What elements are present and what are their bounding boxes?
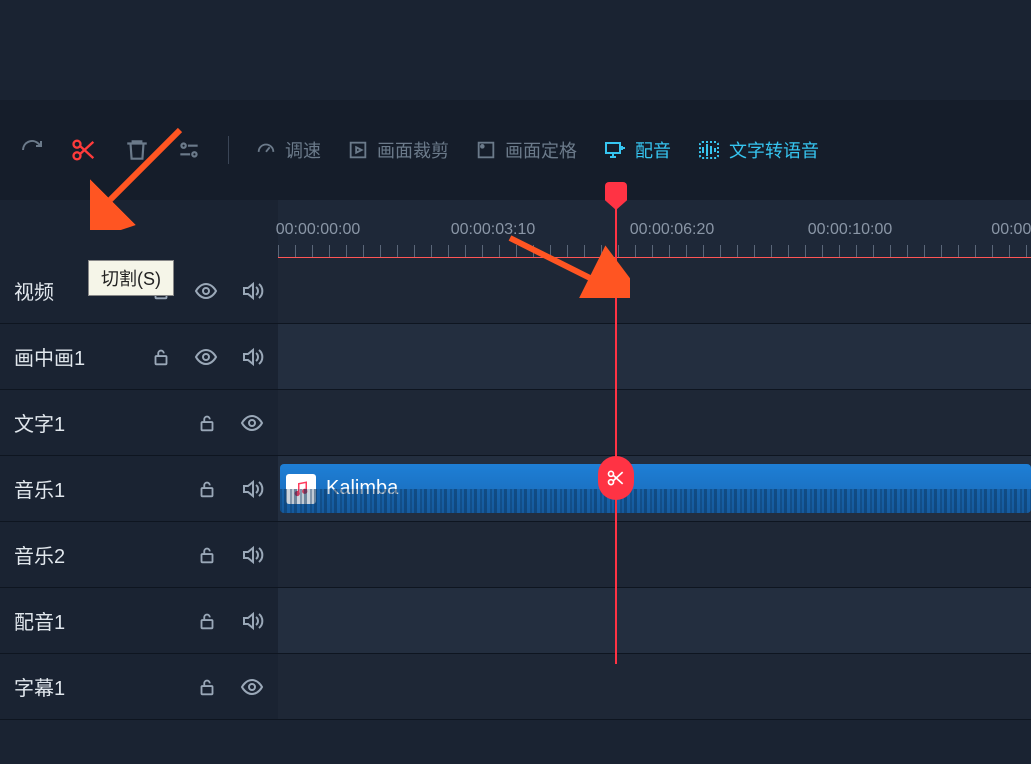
track-row[interactable]: Kalimba [278,456,1031,522]
freeze-label: 画面定格 [505,137,577,163]
track-row[interactable] [278,258,1031,324]
speaker-icon[interactable] [240,279,264,303]
lock-icon[interactable] [196,411,218,435]
dub-button[interactable]: 配音 [593,131,681,169]
ruler-tick: 00:00:06:20 [630,221,715,257]
tts-button[interactable]: 文字转语音 [687,131,829,169]
timeline-content[interactable]: 00:00:00:0000:00:03:1000:00:06:2000:00:1… [278,200,1031,664]
eye-icon[interactable] [240,411,264,435]
toolbar-divider [228,136,229,164]
cut-marker[interactable] [598,456,634,500]
lock-icon[interactable] [196,609,218,633]
timeline-ruler[interactable]: 00:00:00:0000:00:03:1000:00:06:2000:00:1… [278,200,1031,258]
lock-icon[interactable] [150,345,172,369]
dub-label: 配音 [635,137,671,163]
annotation-arrow-1 [90,120,200,230]
crop-label: 画面裁剪 [377,137,449,163]
track-name: 字幕1 [14,672,88,701]
ruler-tick: 00:00:00:00 [276,221,361,257]
track-row[interactable] [278,588,1031,654]
track-label-row: 画中画1 [0,324,278,390]
lock-icon[interactable] [196,675,218,699]
speed-button[interactable]: 调速 [245,131,331,169]
track-name: 配音1 [14,606,88,635]
lock-icon[interactable] [196,543,218,567]
track-name: 文字1 [14,408,88,437]
track-name: 音乐1 [14,474,88,503]
track-label-row: 音乐1 [0,456,278,522]
audio-clip[interactable]: Kalimba [280,464,1031,513]
ruler-tick: 00:00:10:00 [808,221,893,257]
speed-label: 调速 [285,137,321,163]
eye-icon[interactable] [240,675,264,699]
track-label-row: 文字1 [0,390,278,456]
eye-icon[interactable] [194,279,218,303]
lock-icon[interactable] [196,477,218,501]
freeze-button[interactable]: 画面定格 [465,131,587,169]
track-name: 视频 [14,276,88,305]
track-label-row: 配音1 [0,588,278,654]
redo-button[interactable] [10,132,54,168]
speaker-icon[interactable] [240,609,264,633]
track-name: 音乐2 [14,540,88,569]
speaker-icon[interactable] [240,477,264,501]
track-row[interactable] [278,522,1031,588]
track-row[interactable] [278,390,1031,456]
speaker-icon[interactable] [240,345,264,369]
eye-icon[interactable] [194,345,218,369]
track-name: 画中画1 [14,342,88,371]
track-label-row: 音乐2 [0,522,278,588]
tts-label: 文字转语音 [729,137,819,163]
speaker-icon[interactable] [240,543,264,567]
crop-button[interactable]: 画面裁剪 [337,131,459,169]
ruler-tick: 00:00:1 [991,221,1031,257]
cut-tooltip: 切割(S) [88,260,174,296]
annotation-arrow-2 [500,228,630,298]
track-row[interactable] [278,324,1031,390]
